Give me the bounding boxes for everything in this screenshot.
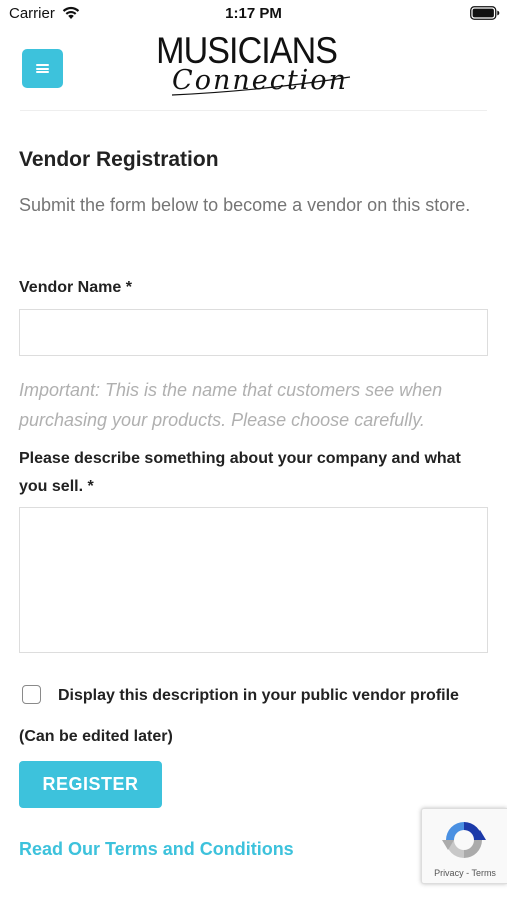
description-textarea[interactable] — [19, 507, 488, 653]
recaptcha-icon — [442, 822, 486, 858]
logo-underline-flourish — [171, 76, 351, 96]
register-button[interactable]: REGISTER — [19, 761, 162, 808]
recaptcha-privacy-link[interactable]: Privacy — [434, 868, 464, 878]
edit-note: (Can be edited later) — [19, 728, 173, 745]
status-bar: Carrier 1:17 PM — [0, 0, 507, 28]
recaptcha-separator: - — [466, 868, 470, 878]
terms-link[interactable]: Read Our Terms and Conditions — [19, 836, 294, 862]
hamburger-icon — [36, 64, 49, 73]
display-description-label[interactable]: Display this description in your public … — [58, 682, 459, 710]
vendor-name-input[interactable] — [19, 309, 488, 356]
battery-icon — [470, 6, 500, 20]
menu-button[interactable] — [22, 49, 63, 88]
recaptcha-terms-link[interactable]: Terms — [471, 868, 496, 878]
vendor-name-hint: Important: This is the name that custome… — [19, 380, 443, 430]
header-divider — [20, 110, 487, 111]
site-header: MUSICIANS Connection — [0, 28, 507, 110]
recaptcha-badge[interactable]: Privacy - Terms — [421, 808, 507, 884]
site-logo[interactable]: MUSICIANS Connection — [150, 31, 360, 109]
clock: 1:17 PM — [225, 5, 282, 22]
vendor-name-label: Vendor Name * — [19, 279, 132, 296]
display-description-checkbox[interactable] — [22, 685, 41, 704]
page-title: Vendor Registration — [19, 148, 219, 171]
intro-text: Submit the form below to become a vendor… — [19, 195, 471, 215]
description-label: Please describe something about your com… — [19, 450, 461, 495]
recaptcha-links: Privacy - Terms — [422, 868, 507, 878]
